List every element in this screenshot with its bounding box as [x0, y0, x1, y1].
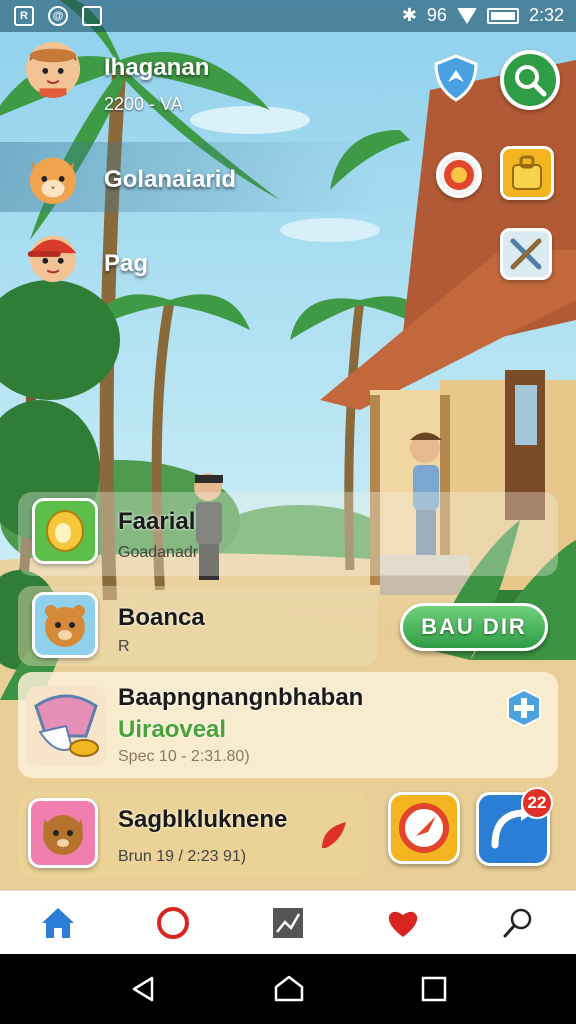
- quest-subtitle: R: [118, 638, 130, 655]
- squirrel-icon: [28, 798, 98, 868]
- player-name: Ihaganan: [104, 54, 210, 81]
- shield-button[interactable]: [430, 52, 482, 104]
- golden-seed-icon: [32, 498, 98, 564]
- plus-icon: [507, 688, 541, 728]
- quest-subtitle: Goadanadr: [118, 544, 199, 561]
- quest-subtitle: Spec 10 - 2:31.80): [118, 748, 250, 765]
- player-score: 2200 - VA: [104, 94, 183, 114]
- compass-button[interactable]: [388, 792, 460, 864]
- magnifier-icon: [515, 65, 547, 97]
- player-row[interactable]: Ihaganan 2200 - VA: [0, 32, 380, 114]
- notification-icon: [82, 6, 102, 26]
- search-button[interactable]: [500, 50, 560, 110]
- tools-icon: [510, 238, 542, 270]
- cat-avatar: [29, 157, 77, 205]
- quest-card[interactable]: Faarial Goadanadr: [18, 492, 558, 576]
- tools-button[interactable]: [500, 228, 552, 280]
- raid-button[interactable]: BAU DIR: [400, 603, 548, 651]
- quest-card[interactable]: Boanca R: [18, 586, 378, 666]
- tab-activity[interactable]: [115, 891, 230, 954]
- tab-home[interactable]: [0, 891, 115, 954]
- home-icon: [41, 907, 74, 938]
- quest-card[interactable]: Sagblkluknene Brun 19 / 2:23 91): [18, 792, 368, 878]
- wifi-icon: [456, 7, 477, 24]
- bag-button[interactable]: [500, 146, 554, 200]
- home-nav-icon[interactable]: [273, 974, 305, 1004]
- target-button[interactable]: [436, 152, 482, 198]
- quest-title: Sagblkluknene: [118, 806, 288, 833]
- red-cap-boy-avatar: [27, 235, 77, 283]
- signal-text: 96: [426, 5, 447, 25]
- player-name: Pag: [104, 250, 149, 277]
- red-leaf-icon: [322, 822, 346, 848]
- player-row[interactable]: Pag: [0, 218, 380, 296]
- sync-icon: @: [48, 6, 68, 26]
- quest-title: Faarial: [118, 508, 196, 535]
- tab-search[interactable]: [461, 891, 576, 954]
- clock: 2:32: [528, 5, 564, 25]
- quest-title: Boanca: [118, 604, 205, 631]
- ring-icon: [156, 906, 189, 939]
- quest-card[interactable]: Baapngnangnbhaban Uiraoveal Spec 10 - 2:…: [18, 672, 558, 778]
- player-name: Golanaiarid: [104, 166, 237, 193]
- hamster-icon: [32, 592, 98, 658]
- recents-icon[interactable]: [420, 975, 448, 1003]
- tab-favorites[interactable]: [346, 891, 461, 954]
- quest-status: Uiraoveal: [118, 716, 227, 743]
- system-nav-bar: [0, 954, 576, 1024]
- add-button[interactable]: [504, 688, 544, 728]
- battery-icon: [486, 7, 519, 24]
- screenshot-icon: R: [14, 6, 34, 26]
- messages-button[interactable]: 22: [476, 787, 553, 866]
- target-icon: [444, 160, 474, 190]
- farmer-girl-avatar: [25, 41, 81, 98]
- heart-icon: [388, 911, 418, 937]
- search-icon: [503, 908, 532, 937]
- shield-icon: [434, 54, 478, 102]
- back-icon[interactable]: [128, 974, 158, 1004]
- quest-title: Baapngnangnbhaban: [118, 684, 364, 711]
- bag-icon: [512, 155, 542, 190]
- bottom-tab-bar: [0, 890, 576, 954]
- notification-badge: 22: [521, 787, 553, 819]
- tab-stats[interactable]: [230, 891, 345, 954]
- quest-subtitle: Brun 19 / 2:23 91): [118, 848, 247, 865]
- shell-treasure-icon: [26, 686, 106, 766]
- player-row[interactable]: Golanaiarid: [0, 142, 380, 212]
- status-bar: R @ ✱ 96 2:32: [0, 0, 576, 32]
- compass-icon: [399, 803, 449, 853]
- chart-icon: [273, 907, 303, 938]
- bluetooth-icon: ✱: [401, 5, 417, 25]
